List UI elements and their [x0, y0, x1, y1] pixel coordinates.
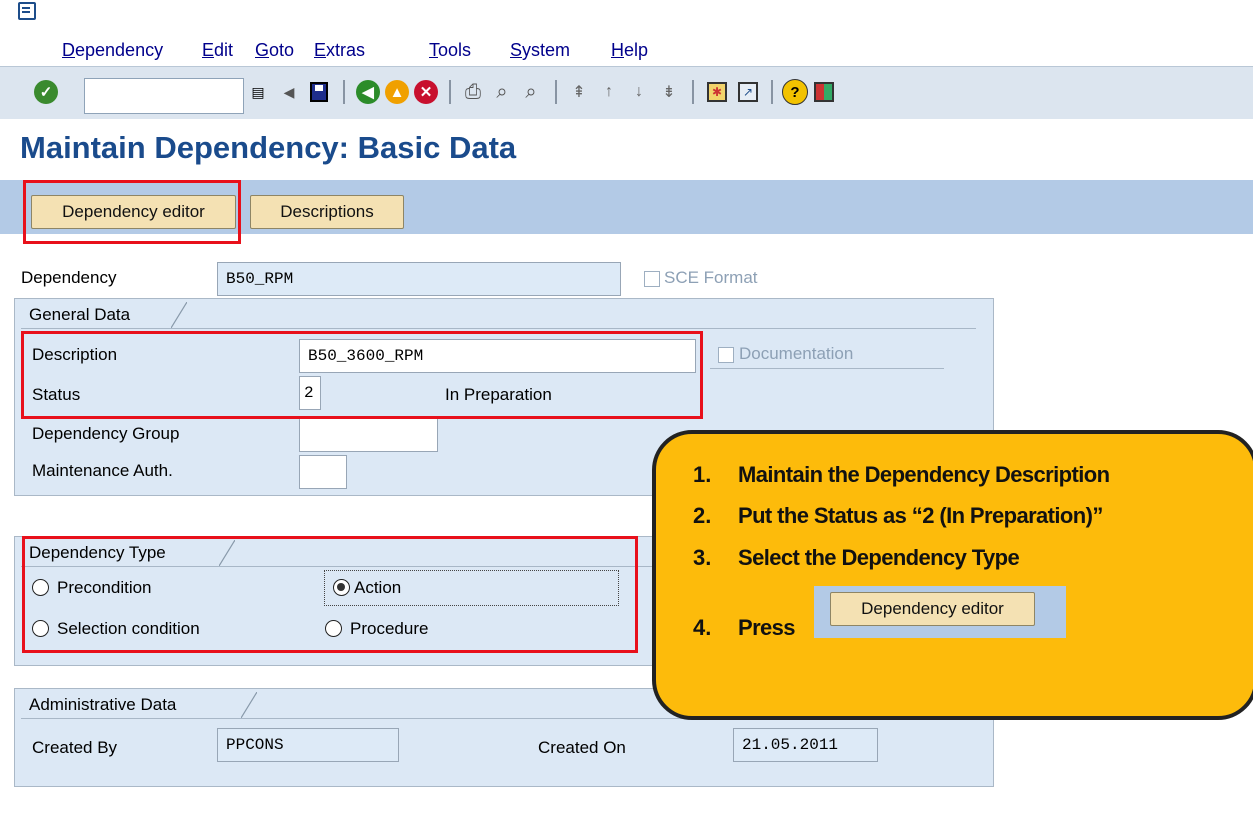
next-page-icon[interactable]: ↓ [626, 79, 652, 105]
command-history-icon[interactable]: ▤ [245, 79, 271, 105]
highlight-box [21, 331, 703, 419]
create-session-icon[interactable]: ✱ [704, 79, 730, 105]
help-icon[interactable]: ? [782, 79, 808, 105]
group-divider [21, 328, 976, 329]
dependency-label: Dependency [21, 268, 117, 287]
find-next-icon[interactable]: ⌕ [518, 79, 544, 105]
toolbar-separator [771, 80, 773, 104]
sce-format-checkbox [644, 271, 660, 287]
customize-layout-icon[interactable] [811, 79, 837, 105]
step-number: 4. [693, 615, 712, 640]
menu-help[interactable]: Help [611, 40, 648, 61]
menu-system[interactable]: System [510, 40, 570, 61]
group-tab-edge [241, 692, 257, 718]
documentation-underline [710, 368, 944, 369]
menu-extras[interactable]: Extras [314, 40, 365, 61]
menu-tools[interactable]: Tools [429, 40, 471, 61]
menu-bar: Dependency Edit Goto Extras Tools System… [0, 0, 1253, 66]
previous-page-icon[interactable]: ↑ [596, 79, 622, 105]
toolbar-separator [343, 80, 345, 104]
system-menu-icon[interactable] [18, 2, 36, 20]
command-field[interactable] [84, 78, 244, 114]
step-number: 2. [693, 503, 712, 528]
print-icon[interactable]: ⎙ [460, 79, 486, 105]
save-icon[interactable] [306, 79, 332, 105]
menu-edit[interactable]: Edit [202, 40, 233, 61]
step-text: Maintain the Dependency Description [738, 462, 1110, 487]
group-tab-edge [171, 302, 187, 328]
callout-dependency-editor-button: Dependency editor [830, 592, 1035, 626]
find-icon[interactable]: ⌕ [489, 79, 515, 105]
step-text: Press [738, 615, 796, 640]
maintenance-auth-label: Maintenance Auth. [32, 461, 173, 480]
documentation-label: Documentation [739, 344, 854, 363]
created-on-label: Created On [538, 738, 626, 757]
highlight-box [23, 180, 241, 244]
step-number: 1. [693, 462, 712, 487]
menu-dependency[interactable]: Dependency [62, 40, 163, 61]
page-title: Maintain Dependency: Basic Data [20, 130, 517, 165]
toolbar-separator [692, 80, 694, 104]
dependency-group-label: Dependency Group [32, 424, 180, 443]
maintenance-auth-field[interactable] [299, 455, 347, 489]
step-text: Select the Dependency Type [738, 545, 1020, 570]
created-by-label: Created By [32, 738, 118, 757]
highlight-box [22, 536, 638, 653]
back-icon[interactable]: ◀ [355, 79, 381, 105]
step-number: 3. [693, 545, 712, 570]
documentation-checkbox [718, 347, 734, 363]
descriptions-button[interactable]: Descriptions [250, 195, 404, 229]
created-on-field: 21.05.2011 [733, 728, 878, 762]
administrative-data-title: Administrative Data [21, 692, 241, 718]
menu-goto[interactable]: Goto [255, 40, 294, 61]
sce-format-label: SCE Format [664, 268, 758, 287]
cancel-icon[interactable]: ✕ [413, 79, 439, 105]
general-data-title: General Data [21, 302, 171, 328]
last-page-icon[interactable]: ⇟ [656, 79, 682, 105]
step-text: Put the Status as “2 (In Preparation)” [738, 503, 1103, 528]
collapse-arrow-icon[interactable]: ◀ [276, 79, 302, 105]
dependency-group-field[interactable] [299, 418, 438, 452]
toolbar-separator [555, 80, 557, 104]
enter-icon[interactable]: ✓ [33, 79, 59, 105]
toolbar-separator [449, 80, 451, 104]
first-page-icon[interactable]: ⇞ [566, 79, 592, 105]
created-by-field: PPCONS [217, 728, 399, 762]
exit-icon[interactable]: ▲ [384, 79, 410, 105]
shortcut-icon[interactable]: ↗ [735, 79, 761, 105]
dependency-field: B50_RPM [217, 262, 621, 296]
